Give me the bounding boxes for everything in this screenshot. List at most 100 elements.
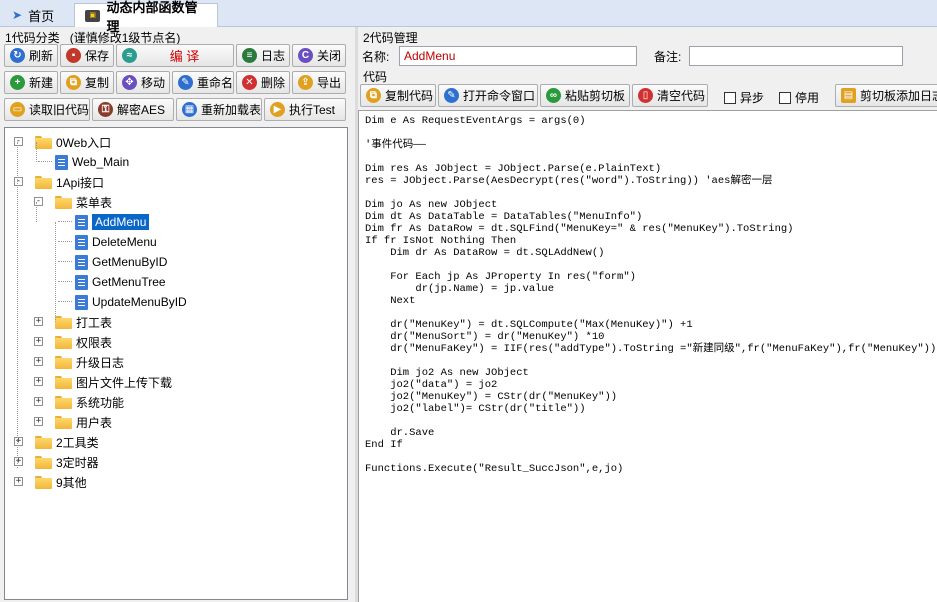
async-label: 异步 <box>740 91 765 105</box>
tree-item-folder[interactable]: 3定时器 <box>35 453 99 471</box>
terminal-button[interactable]: ✎ 打开命令窗口 <box>438 84 538 107</box>
folder-icon <box>55 355 72 369</box>
trash-button[interactable]: ▯ 清空代码 <box>632 84 708 107</box>
folder-icon <box>35 475 52 489</box>
plus-button[interactable]: + 新建 <box>4 71 58 94</box>
folder-icon <box>35 455 52 469</box>
compile-icon: ≈ <box>122 48 137 63</box>
tree-item-function[interactable]: UpdateMenuByID <box>75 293 187 311</box>
tree-item-folder[interactable]: 2工具类 <box>35 433 99 451</box>
save-button[interactable]: ▪ 保存 <box>60 44 114 67</box>
tree-item-function[interactable]: Web_Main <box>55 153 129 171</box>
disable-label: 停用 <box>795 91 820 105</box>
note-field[interactable] <box>689 46 903 66</box>
tree-item-function[interactable]: GetMenuTree <box>75 273 166 291</box>
folder-icon <box>55 375 72 389</box>
tree-expander-expand[interactable]: + <box>14 437 23 446</box>
paste-button[interactable]: ∞ 粘贴剪切板 <box>540 84 630 107</box>
copy-button[interactable]: ⧉ 复制 <box>60 71 114 94</box>
delete-icon: ✕ <box>242 75 257 90</box>
tree-item-label: GetMenuTree <box>92 275 166 289</box>
tree-item-folder[interactable]: 9其他 <box>35 473 87 491</box>
tree-item-label: 2工具类 <box>56 435 99 450</box>
code-category-panel: 1代码分类 (谨慎修改1级节点名) ↻ 刷新 ▪ 保存 ≈ 编 译 ≡ 日志 C 关闭 + 新建 ⧉ 复… <box>0 27 358 602</box>
name-field[interactable] <box>399 46 637 66</box>
tab-home-label: 首页 <box>28 8 55 24</box>
rename-button[interactable]: ✎ 重命名 <box>172 71 234 94</box>
tab-bar: ➤ 首页 ▣ 动态内部函数管理 <box>0 0 937 34</box>
copy-code-button[interactable]: ⧉ 复制代码 <box>360 84 436 107</box>
disable-check-box[interactable] <box>779 91 791 104</box>
category-tree[interactable]: -0Web入口 Web_Main -1Api接口 - 菜单表 AddMenu DeleteM… <box>4 127 348 600</box>
tree-item-function[interactable]: GetMenuByID <box>75 253 167 271</box>
save-button-label: 保存 <box>85 49 110 63</box>
delete-button-label: 删除 <box>261 76 286 90</box>
compile-button[interactable]: ≈ 编 译 <box>116 44 234 67</box>
tree-connector <box>58 301 72 302</box>
tree-expander-collapse[interactable]: - <box>14 137 23 146</box>
document-icon <box>55 154 68 170</box>
tree-item-folder[interactable]: 用户表 <box>55 413 112 431</box>
folder-open-button[interactable]: ▭ 读取旧代码 <box>4 98 90 121</box>
folder-open-icon: ▭ <box>10 102 25 117</box>
tree-item-function[interactable]: DeleteMenu <box>75 233 157 251</box>
tree-item-label: 菜单表 <box>76 195 113 210</box>
tree-item-label: Web_Main <box>72 155 130 169</box>
tree-guide-line <box>36 202 37 222</box>
tab-function-manager[interactable]: ▣ 动态内部函数管理 <box>74 0 218 34</box>
tree-item-label: DeleteMenu <box>92 235 157 249</box>
tree-expander-expand[interactable]: + <box>34 417 43 426</box>
move-button-label: 移动 <box>141 76 166 90</box>
code-editor[interactable]: Dim e As RequestEventArgs = args(0) '事件代… <box>358 110 937 602</box>
reload-table-button-label: 重新加载表 <box>201 103 262 117</box>
async-checkbox[interactable]: 异步 <box>724 89 764 106</box>
tree-item-folder[interactable]: 升级日志 <box>55 353 124 371</box>
tree-expander-expand[interactable]: + <box>14 457 23 466</box>
code-label: 代码 <box>363 70 388 84</box>
reload-table-button[interactable]: ▦ 重新加载表 <box>176 98 262 121</box>
decrypt-icon: ⚿ <box>98 102 113 117</box>
tab-home[interactable]: ➤ 首页 <box>2 3 70 27</box>
export-button[interactable]: ⇪ 导出 <box>292 71 346 94</box>
tree-item-folder[interactable]: 打工表 <box>55 313 112 331</box>
refresh-button[interactable]: ↻ 刷新 <box>4 44 58 67</box>
disable-checkbox[interactable]: 停用 <box>779 89 819 106</box>
save-icon: ▪ <box>66 48 81 63</box>
tree-expander-expand[interactable]: + <box>34 337 43 346</box>
code-manager-title: 2代码管理 <box>363 31 418 45</box>
document-icon <box>75 294 88 310</box>
decrypt-button[interactable]: ⚿ 解密AES <box>92 98 174 121</box>
plus-icon: + <box>10 75 25 90</box>
tree-item-folder[interactable]: 0Web入口 <box>35 133 111 151</box>
tree-expander-expand[interactable]: + <box>34 317 43 326</box>
tree-item-folder[interactable]: 系统功能 <box>55 393 124 411</box>
tree-expander-expand[interactable]: + <box>14 477 23 486</box>
log-button[interactable]: ≡ 日志 <box>236 44 290 67</box>
tree-expander-expand[interactable]: + <box>34 357 43 366</box>
tree-expander-collapse[interactable]: - <box>14 177 23 186</box>
clipboard-add-log-button[interactable]: ▤ 剪切板添加日志 <box>835 84 937 107</box>
tree-item-function[interactable]: AddMenu <box>75 213 150 231</box>
move-button[interactable]: ✥ 移动 <box>116 71 170 94</box>
tree-item-label: 升级日志 <box>76 355 125 370</box>
tree-connector <box>58 281 72 282</box>
tree-item-label: AddMenu <box>92 214 150 230</box>
tree-item-folder[interactable]: 权限表 <box>55 333 112 351</box>
tree-item-label: 系统功能 <box>76 395 125 410</box>
trash-icon: ▯ <box>638 88 653 103</box>
tree-item-folder[interactable]: 1Api接口 <box>35 173 104 191</box>
tree-connector <box>58 261 72 262</box>
folder-open-button-label: 读取旧代码 <box>29 103 90 117</box>
document-icon <box>75 254 88 270</box>
close-button[interactable]: C 关闭 <box>292 44 346 67</box>
trash-button-label: 清空代码 <box>657 89 706 103</box>
delete-button[interactable]: ✕ 删除 <box>236 71 290 94</box>
tree-item-folder[interactable]: 图片文件上传下载 <box>55 373 172 391</box>
run-button[interactable]: ▶ 执行Test <box>264 98 346 121</box>
tree-expander-expand[interactable]: + <box>34 397 43 406</box>
async-check-box[interactable] <box>724 91 736 104</box>
log-icon: ≡ <box>242 48 257 63</box>
tree-expander-expand[interactable]: + <box>34 377 43 386</box>
close-button-label: 关闭 <box>317 49 342 63</box>
tree-item-folder[interactable]: 菜单表 <box>55 193 112 211</box>
